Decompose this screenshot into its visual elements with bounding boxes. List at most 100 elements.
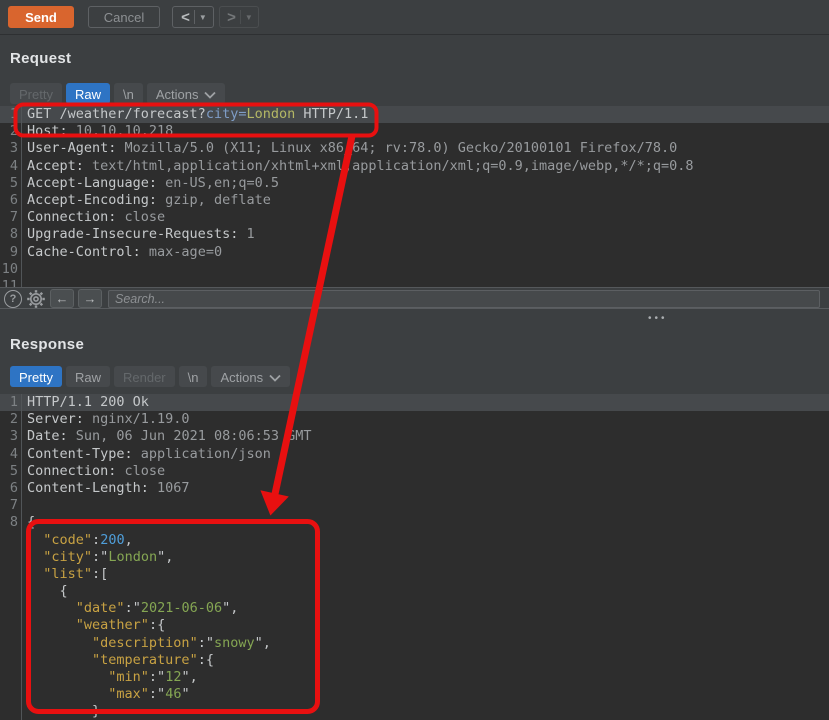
line-content: "description":"snowy", xyxy=(22,635,271,652)
forward-dropdown-icon[interactable]: ▼ xyxy=(241,13,258,22)
history-forward-button[interactable]: > ▼ xyxy=(219,6,259,28)
editor-line[interactable]: 11 xyxy=(0,278,829,287)
tab-request-actions[interactable]: Actions xyxy=(147,83,226,104)
tab-label: Raw xyxy=(75,370,101,385)
top-toolbar: Send Cancel < ▼ > ▼ xyxy=(0,0,829,35)
line-content: Connection: close xyxy=(22,463,165,480)
line-number xyxy=(0,617,22,634)
line-content: HTTP/1.1 200 Ok xyxy=(22,394,149,411)
response-tabs: Pretty Raw Render \n Actions xyxy=(10,366,290,388)
tab-request-pretty[interactable]: Pretty xyxy=(10,83,62,104)
line-content: { xyxy=(22,583,68,600)
editor-line[interactable]: 9Cache-Control: max-age=0 xyxy=(0,244,829,261)
line-content: "date":"2021-06-06", xyxy=(22,600,238,617)
editor-line[interactable]: 4Content-Type: application/json xyxy=(0,446,829,463)
tab-label: Render xyxy=(123,370,166,385)
tab-label: Raw xyxy=(75,87,101,102)
line-number: 11 xyxy=(0,278,22,287)
editor-line[interactable]: "city":"London", xyxy=(0,549,829,566)
line-content: "list":[ xyxy=(22,566,108,583)
help-icon[interactable]: ? xyxy=(4,290,22,308)
request-editor[interactable]: 1GET /weather/forecast?city=London HTTP/… xyxy=(0,106,829,287)
panel-splitter[interactable]: ••• xyxy=(0,308,829,333)
search-bar: ? ← → xyxy=(0,287,829,309)
editor-line[interactable]: 6Content-Length: 1067 xyxy=(0,480,829,497)
line-content: Accept-Encoding: gzip, deflate xyxy=(22,192,271,209)
line-number: 8 xyxy=(0,226,22,243)
editor-line[interactable]: "weather":{ xyxy=(0,617,829,634)
tab-request-raw[interactable]: Raw xyxy=(66,83,110,104)
editor-line[interactable]: 2Server: nginx/1.19.0 xyxy=(0,411,829,428)
line-content: Cache-Control: max-age=0 xyxy=(22,244,222,261)
editor-line[interactable]: "temperature":{ xyxy=(0,652,829,669)
forward-arrow-icon: > xyxy=(220,9,240,26)
editor-line[interactable]: 5Connection: close xyxy=(0,463,829,480)
editor-line[interactable]: 5Accept-Language: en-US,en;q=0.5 xyxy=(0,175,829,192)
line-number: 4 xyxy=(0,158,22,175)
tab-response-render[interactable]: Render xyxy=(114,366,175,387)
tab-label: Pretty xyxy=(19,370,53,385)
tab-request-n[interactable]: \n xyxy=(114,83,143,104)
editor-line[interactable]: 4Accept: text/html,application/xhtml+xml… xyxy=(0,158,829,175)
editor-line[interactable]: "date":"2021-06-06", xyxy=(0,600,829,617)
chevron-down-icon xyxy=(204,91,216,99)
line-number: 9 xyxy=(0,244,22,261)
editor-line[interactable]: } xyxy=(0,703,829,720)
request-tabs: Pretty Raw \nActions xyxy=(10,83,225,105)
line-number: 7 xyxy=(0,209,22,226)
settings-gear-icon[interactable] xyxy=(26,289,46,309)
line-number: 2 xyxy=(0,123,22,140)
back-dropdown-icon[interactable]: ▼ xyxy=(195,13,212,22)
editor-line[interactable]: "min":"12", xyxy=(0,669,829,686)
line-number: 8 xyxy=(0,514,22,531)
line-content xyxy=(22,497,27,514)
tab-response-n[interactable]: \n xyxy=(179,366,208,387)
editor-line[interactable]: 8Upgrade-Insecure-Requests: 1 xyxy=(0,226,829,243)
search-input[interactable] xyxy=(108,290,820,308)
editor-line[interactable]: 8{ xyxy=(0,514,829,531)
editor-line[interactable]: 7Connection: close xyxy=(0,209,829,226)
editor-line[interactable]: "list":[ xyxy=(0,566,829,583)
line-number: 4 xyxy=(0,446,22,463)
line-content: GET /weather/forecast?city=London HTTP/1… xyxy=(22,106,368,123)
search-next-button[interactable]: → xyxy=(78,289,102,308)
editor-line[interactable]: "max":"46" xyxy=(0,686,829,703)
response-editor[interactable]: 1HTTP/1.1 200 Ok2Server: nginx/1.19.03Da… xyxy=(0,394,829,720)
send-button[interactable]: Send xyxy=(8,6,74,28)
editor-line[interactable]: 3User-Agent: Mozilla/5.0 (X11; Linux x86… xyxy=(0,140,829,157)
editor-line[interactable]: 1GET /weather/forecast?city=London HTTP/… xyxy=(0,106,829,123)
line-content: Host: 10.10.10.218 xyxy=(22,123,173,140)
line-number: 7 xyxy=(0,497,22,514)
line-number xyxy=(0,549,22,566)
line-content: Accept-Language: en-US,en;q=0.5 xyxy=(22,175,279,192)
line-number xyxy=(0,669,22,686)
cancel-button[interactable]: Cancel xyxy=(88,6,160,28)
line-number xyxy=(0,600,22,617)
line-number: 10 xyxy=(0,261,22,278)
splitter-handle-icon[interactable]: ••• xyxy=(648,313,668,324)
tab-response-raw[interactable]: Raw xyxy=(66,366,110,387)
line-number: 1 xyxy=(0,394,22,411)
editor-line[interactable]: 2Host: 10.10.10.218 xyxy=(0,123,829,140)
line-number: 6 xyxy=(0,480,22,497)
line-number: 2 xyxy=(0,411,22,428)
editor-line[interactable]: 6Accept-Encoding: gzip, deflate xyxy=(0,192,829,209)
line-content: Accept: text/html,application/xhtml+xml,… xyxy=(22,158,693,175)
tab-response-actions[interactable]: Actions xyxy=(211,366,290,387)
editor-line[interactable]: 3Date: Sun, 06 Jun 2021 08:06:53 GMT xyxy=(0,428,829,445)
tab-label: Pretty xyxy=(19,87,53,102)
editor-line[interactable]: 10 xyxy=(0,261,829,278)
editor-line[interactable]: "code":200, xyxy=(0,532,829,549)
history-back-button[interactable]: < ▼ xyxy=(172,6,214,28)
line-number: 3 xyxy=(0,140,22,157)
editor-line[interactable]: "description":"snowy", xyxy=(0,635,829,652)
editor-line[interactable]: 7 xyxy=(0,497,829,514)
editor-line[interactable]: 1HTTP/1.1 200 Ok xyxy=(0,394,829,411)
search-previous-button[interactable]: ← xyxy=(50,289,74,308)
line-content: "max":"46" xyxy=(22,686,190,703)
line-content: "code":200, xyxy=(22,532,133,549)
line-content: "temperature":{ xyxy=(22,652,214,669)
editor-line[interactable]: { xyxy=(0,583,829,600)
tab-response-pretty[interactable]: Pretty xyxy=(10,366,62,387)
tab-label: Actions xyxy=(220,370,263,385)
